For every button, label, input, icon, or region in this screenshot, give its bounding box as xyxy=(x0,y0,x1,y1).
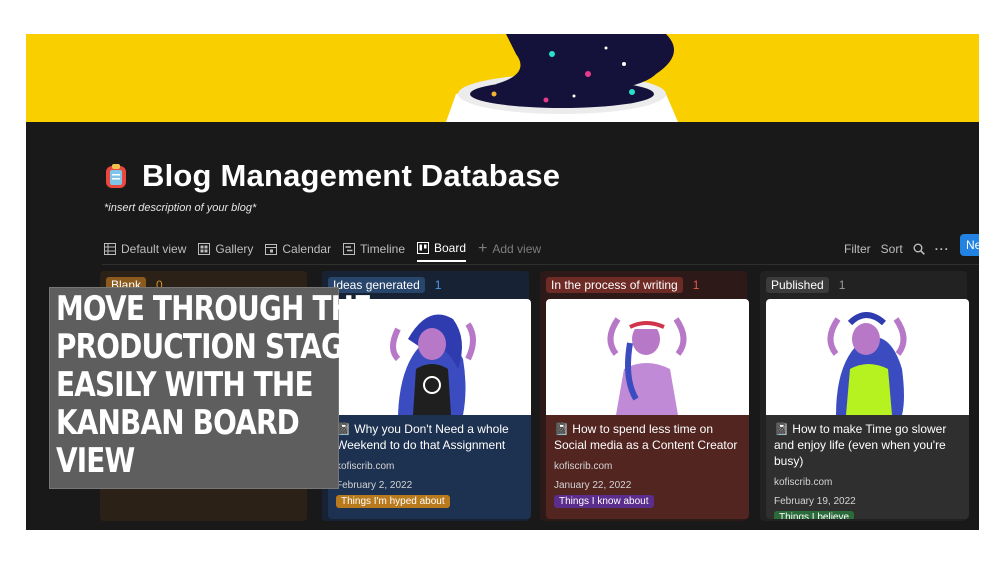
column-tag[interactable]: Published xyxy=(766,277,829,293)
character-illustration xyxy=(607,316,687,415)
page-cover xyxy=(26,34,979,122)
new-button[interactable]: Ne xyxy=(960,234,979,256)
card-title-text: Why you Don't Need a whole Weekend to do… xyxy=(336,422,509,452)
caption-line: easily with the xyxy=(56,365,313,405)
timeline-icon xyxy=(343,243,356,255)
tab-label: Default view xyxy=(121,242,187,256)
character-illustration xyxy=(827,312,907,415)
card-tag: Things I know about xyxy=(554,495,654,508)
clipboard-icon xyxy=(106,164,126,188)
tab-label: Board xyxy=(434,241,467,255)
calendar-icon xyxy=(265,244,278,255)
database-toolbar: Filter Sort ··· xyxy=(844,236,950,262)
column-count: 1 xyxy=(692,278,700,292)
plus-icon: + xyxy=(478,240,488,257)
cover-illustration xyxy=(446,34,678,122)
card-tag: Things I believe xyxy=(774,511,855,519)
card-title[interactable]: 📓 Why you Don't Need a whole Weekend to … xyxy=(336,421,523,453)
card-title[interactable]: 📓 How to make Time go slower and enjoy l… xyxy=(774,421,961,469)
more-icon[interactable]: ··· xyxy=(935,242,950,256)
page-description[interactable]: *insert description of your blog* xyxy=(104,202,256,214)
tab-board[interactable]: Board xyxy=(417,236,467,262)
tab-default-view[interactable]: Default view xyxy=(104,236,186,262)
page-emoji-icon: 📓 xyxy=(774,422,793,436)
board-column-published: Published 1 📓 How to make Time go slower… xyxy=(760,271,969,521)
card-url[interactable]: kofiscrib.com xyxy=(774,477,961,488)
card-tag: Things I'm hyped about xyxy=(336,495,450,508)
card-url[interactable]: kofiscrib.com xyxy=(554,461,741,472)
table-icon xyxy=(104,243,116,255)
board-card[interactable]: 📓 How to spend less time on Social media… xyxy=(546,299,749,519)
view-tabs: Default view Gallery Calendar Timeline B… xyxy=(104,236,541,262)
card-cover-image xyxy=(766,299,969,415)
page-title: Blog Management Database xyxy=(142,158,561,193)
tab-label: Gallery xyxy=(215,242,254,256)
tab-gallery[interactable]: Gallery xyxy=(198,236,253,262)
caption-line: Move through the xyxy=(56,289,372,329)
gallery-icon xyxy=(198,243,211,255)
column-count: 1 xyxy=(838,278,846,292)
tab-timeline[interactable]: Timeline xyxy=(343,236,405,262)
card-cover-image xyxy=(546,299,749,415)
column-count: 1 xyxy=(434,278,442,292)
filter-button[interactable]: Filter xyxy=(844,242,871,256)
card-date: February 19, 2022 xyxy=(774,496,856,507)
caption-line: view xyxy=(56,441,135,481)
card-title-text: How to make Time go slower and enjoy lif… xyxy=(774,422,947,468)
caption-line: kanban board xyxy=(56,403,300,443)
board-column-writing: In the process of writing 1 📓 How to spe… xyxy=(540,271,749,521)
card-title-text: How to spend less time on Social media a… xyxy=(554,422,738,452)
tab-calendar[interactable]: Calendar xyxy=(265,236,331,262)
board-card[interactable]: 📓 How to make Time go slower and enjoy l… xyxy=(766,299,969,519)
sort-button[interactable]: Sort xyxy=(881,242,903,256)
card-title[interactable]: 📓 How to spend less time on Social media… xyxy=(554,421,741,453)
column-tag[interactable]: In the process of writing xyxy=(546,277,683,293)
caption-line: production stages xyxy=(56,327,381,367)
tab-label: Calendar xyxy=(282,242,332,256)
card-date: January 22, 2022 xyxy=(554,480,632,491)
card-url[interactable]: kofiscrib.com xyxy=(336,461,523,472)
divider xyxy=(102,264,979,265)
promo-caption: Move through the production stages easil… xyxy=(56,289,381,481)
page-emoji-icon: 📓 xyxy=(554,422,573,436)
search-icon[interactable] xyxy=(913,243,925,255)
tab-label: Timeline xyxy=(360,242,405,256)
add-view-button[interactable]: + Add view xyxy=(478,236,541,262)
tab-label: Add view xyxy=(492,242,542,256)
promo-caption-box: Move through the production stages easil… xyxy=(49,287,381,489)
board-icon xyxy=(417,242,429,254)
card-date: February 2, 2022 xyxy=(336,480,413,491)
